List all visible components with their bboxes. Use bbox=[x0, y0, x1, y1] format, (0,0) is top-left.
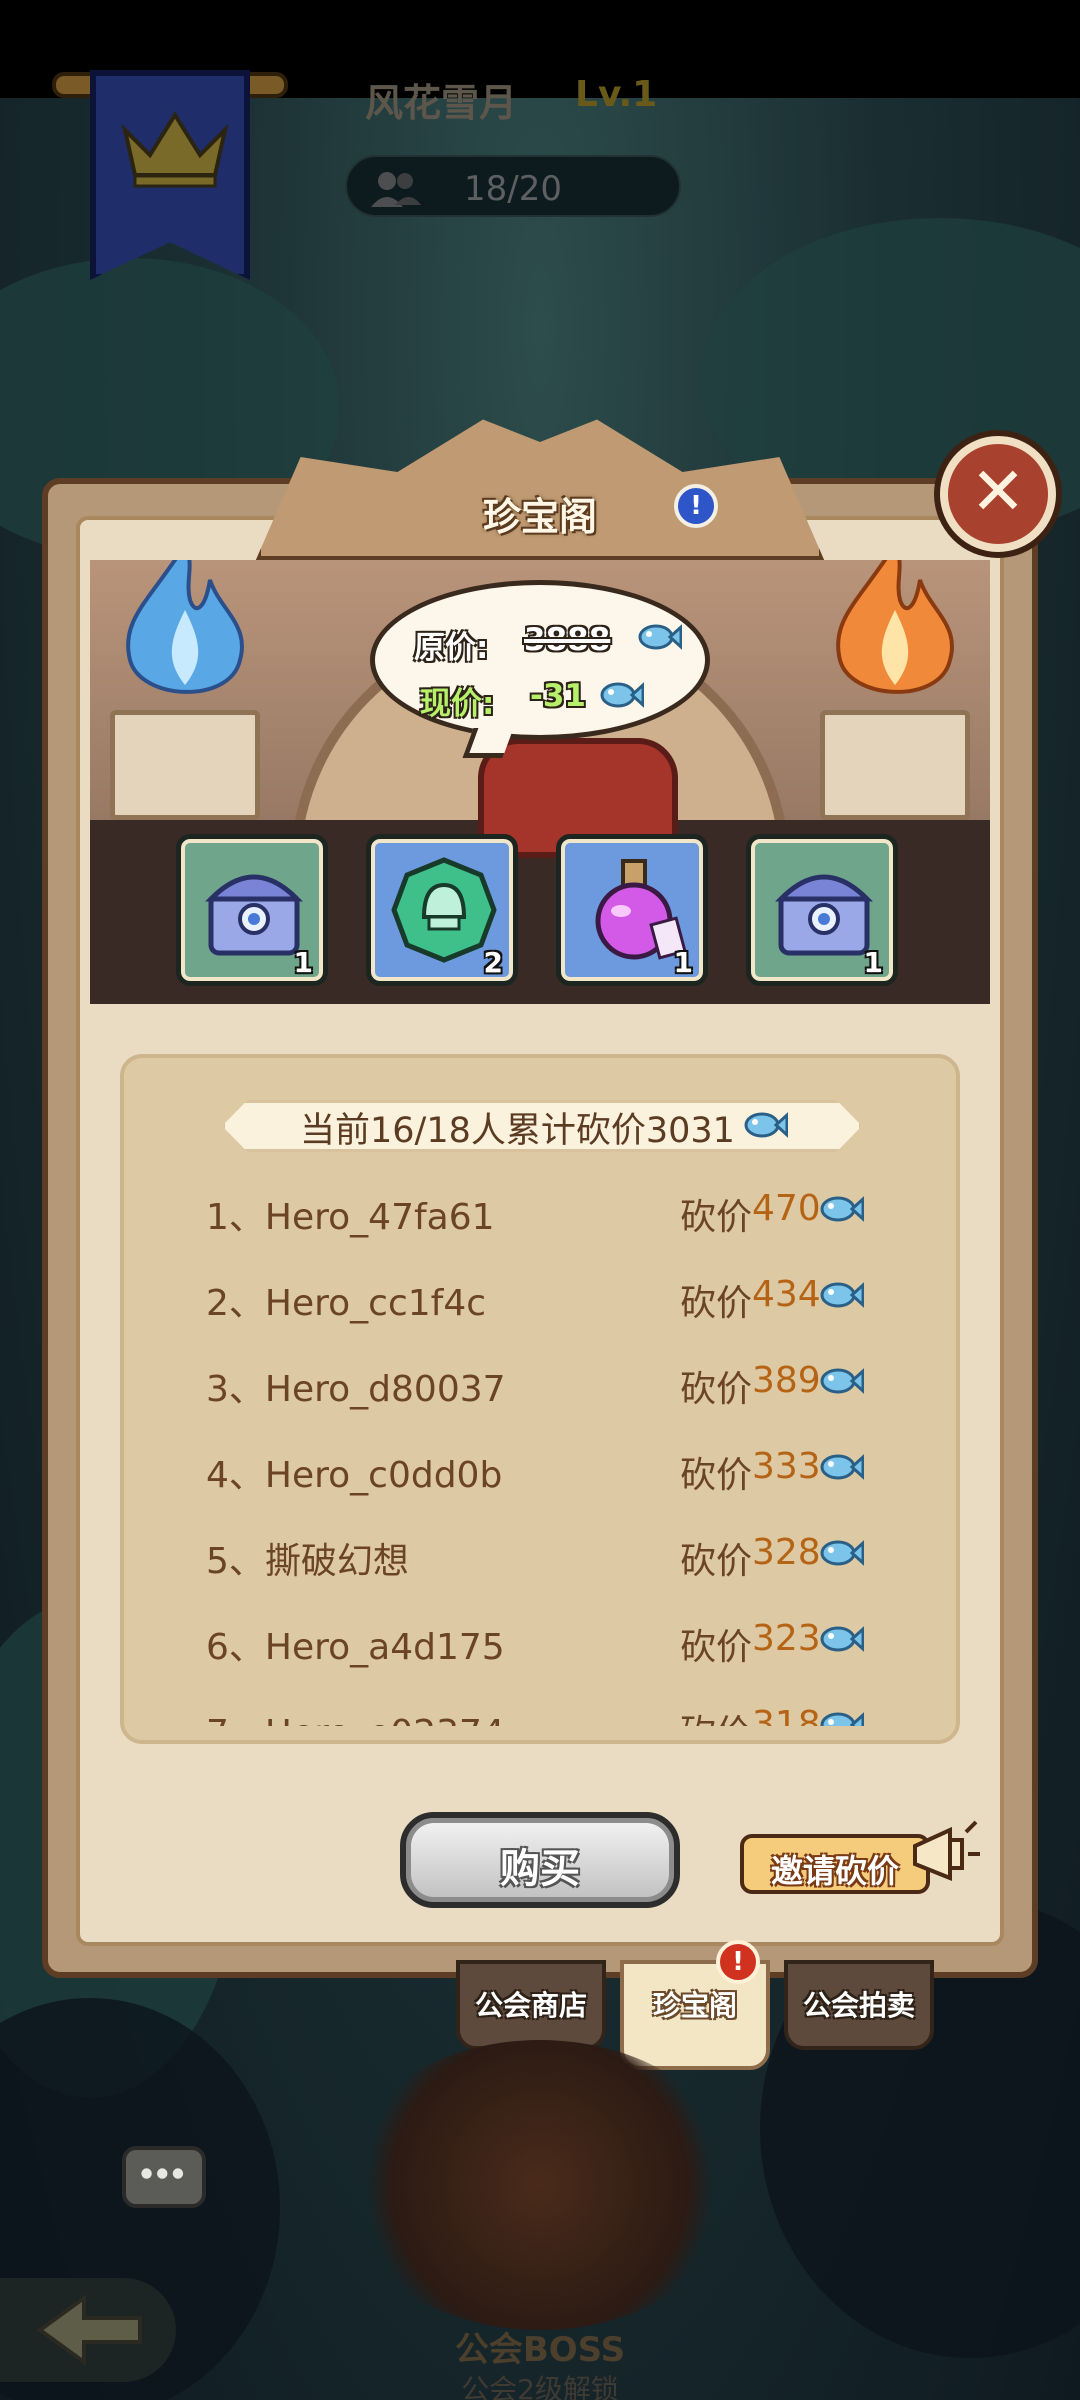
tab-label: 公会拍卖 bbox=[802, 1989, 915, 2022]
potion-icon bbox=[595, 859, 687, 960]
cut-value: 318 bbox=[752, 1704, 821, 1726]
member-count: 18/20 bbox=[464, 169, 562, 209]
chest-icon bbox=[205, 874, 303, 956]
cut-label: 砍价 bbox=[680, 1369, 753, 1410]
item-slot-coin[interactable]: 2 bbox=[366, 834, 518, 986]
ranking-row: 3、Hero_d80037 砍价 389 bbox=[180, 1350, 900, 1436]
orange-flame-icon bbox=[836, 560, 954, 694]
item-qty: 1 bbox=[673, 946, 693, 979]
info-icon[interactable]: ! bbox=[674, 484, 718, 528]
currency-icon bbox=[820, 1368, 864, 1394]
cut-label: 砍价 bbox=[680, 1455, 753, 1496]
ranking-row: 5、撕破幻想 砍价 328 bbox=[180, 1522, 900, 1608]
guild-boss-unlock-text: 公会2级解锁 bbox=[461, 2373, 619, 2400]
cut-value: 389 bbox=[752, 1360, 821, 1401]
player-name: 6、Hero_a4d175 bbox=[206, 1627, 505, 1668]
currency-icon bbox=[820, 1454, 864, 1480]
cut-value: 434 bbox=[752, 1274, 821, 1315]
guild-boss-image[interactable] bbox=[340, 2040, 740, 2330]
guild-name: 风花雪月 bbox=[365, 81, 518, 125]
megaphone-icon bbox=[913, 1820, 980, 1881]
tab-alert-badge: ! bbox=[716, 1940, 760, 1984]
item-slot-chest[interactable]: 1 bbox=[176, 834, 328, 986]
player-name: 7、Hero_e02374 bbox=[206, 1704, 505, 1726]
cut-label: 砍价 bbox=[680, 1704, 752, 1726]
currency-icon bbox=[744, 1112, 788, 1138]
guild-level: Lv.1 bbox=[575, 74, 658, 115]
chest-icon bbox=[775, 874, 873, 956]
cut-label: 砍价 bbox=[680, 1283, 753, 1324]
player-name: 1、Hero_47fa61 bbox=[206, 1197, 495, 1238]
currency-icon bbox=[820, 1540, 864, 1566]
current-price-label: 现价: bbox=[420, 686, 495, 722]
invite-label: 邀请砍价 bbox=[770, 1852, 899, 1890]
player-name: 3、Hero_d80037 bbox=[206, 1369, 506, 1410]
cut-label: 砍价 bbox=[680, 1197, 753, 1238]
ranking-row: 2、Hero_cc1f4c 砍价 434 bbox=[180, 1264, 900, 1350]
summary-text: 当前16/18人累计砍价3031 bbox=[300, 1111, 735, 1151]
currency-icon bbox=[820, 1626, 864, 1652]
player-name: 4、Hero_c0dd0b bbox=[206, 1455, 503, 1496]
item-slot-potion[interactable]: 1 bbox=[556, 834, 708, 986]
current-price-value: -31 bbox=[530, 678, 587, 714]
chat-icon[interactable] bbox=[122, 2146, 206, 2208]
currency-icon bbox=[638, 624, 682, 650]
chat-dots-icon bbox=[141, 2168, 184, 2179]
cut-value: 328 bbox=[752, 1532, 821, 1573]
cut-label: 砍价 bbox=[680, 1541, 753, 1582]
currency-icon bbox=[820, 1712, 864, 1726]
panel-title: 珍宝阁 bbox=[482, 495, 597, 539]
member-count-pill: 18/20 bbox=[345, 155, 681, 217]
tab-guild-auction[interactable]: 公会拍卖 bbox=[784, 1960, 934, 2050]
original-price-value: 3888 bbox=[524, 622, 611, 658]
item-qty: 1 bbox=[863, 946, 883, 979]
ranking-row: 4、Hero_c0dd0b 砍价 333 bbox=[180, 1436, 900, 1522]
ranking-row: 1、Hero_47fa61 砍价 470 bbox=[180, 1178, 900, 1264]
currency-icon bbox=[600, 682, 644, 708]
player-name: 5、撕破幻想 bbox=[206, 1541, 409, 1582]
crown-icon bbox=[121, 111, 229, 188]
ranking-row: 6、Hero_a4d175 砍价 323 bbox=[180, 1608, 900, 1694]
invite-bargain-button[interactable]: 邀请砍价 bbox=[740, 1834, 930, 1894]
cut-value: 323 bbox=[752, 1618, 821, 1659]
item-qty: 1 bbox=[293, 946, 313, 979]
tab-guild-shop[interactable]: 公会商店 bbox=[456, 1960, 606, 2050]
cut-value: 333 bbox=[752, 1446, 821, 1487]
tab-label: 公会商店 bbox=[474, 1989, 587, 2022]
cut-value: 470 bbox=[752, 1188, 821, 1229]
currency-icon bbox=[820, 1282, 864, 1308]
tab-label: 珍宝阁 bbox=[652, 1989, 737, 2022]
item-slot-chest[interactable]: 1 bbox=[746, 834, 898, 986]
guild-boss-title: 公会BOSS bbox=[454, 2330, 626, 2370]
buy-button[interactable]: 购买 bbox=[400, 1812, 680, 1908]
blue-flame-icon bbox=[126, 560, 244, 694]
original-price-label: 原价: bbox=[414, 630, 489, 666]
ranking-list[interactable]: 1、Hero_47fa61 砍价 470 2、Hero_cc1f4c 砍价 43… bbox=[180, 1178, 900, 1726]
player-name: 2、Hero_cc1f4c bbox=[206, 1283, 487, 1324]
ranking-row: 7、Hero_e02374 砍价 318 bbox=[180, 1694, 900, 1726]
guard-coin-icon bbox=[391, 857, 497, 963]
buy-label: 购买 bbox=[500, 1846, 580, 1892]
close-button[interactable]: ✕ bbox=[940, 436, 1056, 552]
cut-label: 砍价 bbox=[680, 1627, 753, 1668]
currency-icon bbox=[820, 1196, 864, 1222]
item-qty: 2 bbox=[483, 946, 503, 979]
